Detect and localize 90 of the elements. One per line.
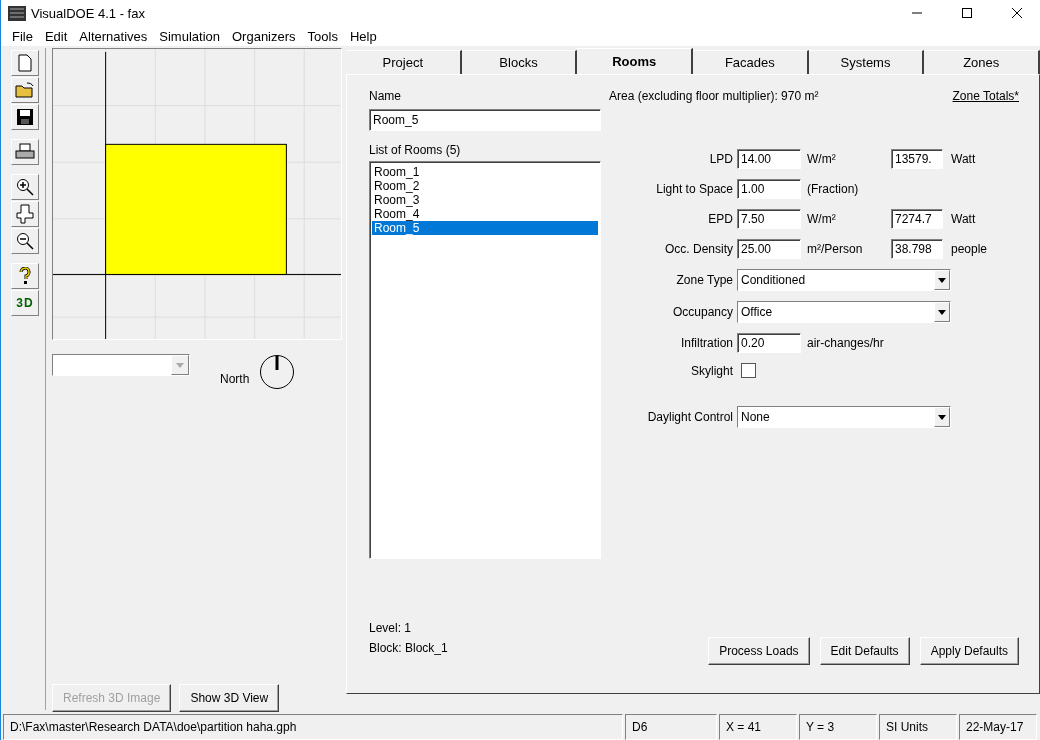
status-segment: SI Units xyxy=(879,714,957,740)
view-3d-button[interactable]: 3D xyxy=(11,290,39,316)
unit-label: W/m² xyxy=(807,212,837,226)
total-field[interactable]: 7274.7 xyxy=(891,209,943,229)
toolbar-button[interactable] xyxy=(11,139,39,165)
field-label: EPD xyxy=(707,212,733,226)
list-item[interactable]: Room_2 xyxy=(372,179,598,193)
north-label: North xyxy=(220,372,250,386)
tab[interactable]: Project xyxy=(346,50,462,74)
button[interactable]: Show 3D View xyxy=(179,684,280,712)
maximize-icon xyxy=(962,8,972,18)
list-item[interactable]: Room_5 xyxy=(372,221,598,235)
button[interactable]: Apply Defaults xyxy=(919,637,1019,665)
new-file-icon xyxy=(18,54,32,72)
dropdown[interactable]: Conditioned xyxy=(737,269,951,291)
field-label: LPD xyxy=(708,152,733,166)
menu-item[interactable]: File xyxy=(7,28,38,44)
field-label: Occupancy xyxy=(671,305,733,319)
zone-totals-link[interactable]: Zone Totals* xyxy=(952,89,1019,109)
field-label: Skylight xyxy=(689,363,733,378)
toolbar-button[interactable] xyxy=(11,263,39,289)
dropdown-arrow-icon xyxy=(938,277,946,283)
field-label: Zone Type xyxy=(675,273,733,287)
printer-icon xyxy=(15,143,35,161)
total-field[interactable]: 38.798 xyxy=(891,239,943,259)
menu-item[interactable]: Organizers xyxy=(227,28,301,44)
dropdown[interactable]: None xyxy=(737,406,951,428)
menu-item[interactable]: Tools xyxy=(302,28,343,44)
number-field[interactable]: 25.00 xyxy=(737,239,801,259)
dropdown-arrow-icon xyxy=(176,362,184,368)
open-folder-icon xyxy=(15,81,35,99)
status-segment: X = 41 xyxy=(719,714,797,740)
status-segment: Y = 3 xyxy=(799,714,877,740)
status-segment: D:\Fax\master\Research DATA\doe\partition haha.gph xyxy=(3,714,623,740)
unit-label: (Fraction) xyxy=(807,182,860,196)
unit-label: W/m² xyxy=(807,152,837,166)
zoom-out-icon xyxy=(16,232,34,250)
dropdown[interactable]: Office xyxy=(737,301,951,323)
number-field[interactable]: 1.00 xyxy=(737,179,801,199)
field-label: Light to Space xyxy=(655,182,733,196)
list-item[interactable]: Room_1 xyxy=(372,165,598,179)
field-label: Infiltration xyxy=(679,336,733,350)
number-field[interactable]: 14.00 xyxy=(737,149,801,169)
building-icon xyxy=(7,4,27,22)
close-icon xyxy=(1012,8,1022,18)
menu-item[interactable]: Alternatives xyxy=(74,28,153,44)
dropdown[interactable] xyxy=(52,354,190,376)
unit-label: people xyxy=(951,242,989,256)
list-item[interactable]: Room_3 xyxy=(372,193,598,207)
dropdown-arrow-icon xyxy=(938,414,946,420)
compass-icon xyxy=(259,354,296,390)
dropdown-arrow-icon xyxy=(938,309,946,315)
zoom-in-icon xyxy=(16,178,34,196)
level-text: Level: 1 xyxy=(369,621,413,635)
tab[interactable]: Blocks xyxy=(461,50,578,74)
number-field[interactable]: 0.20 xyxy=(737,333,801,353)
total-field[interactable]: 13579. xyxy=(891,149,943,169)
name-label: Name xyxy=(369,89,402,103)
list-label: List of Rooms (5) xyxy=(369,143,462,157)
menu-item[interactable]: Simulation xyxy=(154,28,225,44)
tab[interactable]: Rooms xyxy=(577,48,693,74)
toolbar-button[interactable] xyxy=(11,174,39,200)
window-title: VisualDOE 4.1 - fax xyxy=(31,5,146,21)
list-item[interactable]: Room_4 xyxy=(372,207,598,221)
unit-label: Watt xyxy=(951,212,977,226)
field-label: Daylight Control xyxy=(646,410,733,424)
number-field[interactable]: 7.50 xyxy=(737,209,801,229)
menu-item[interactable]: Help xyxy=(344,28,382,44)
status-segment: 22-May-17 xyxy=(959,714,1037,740)
menu-item[interactable]: Edit xyxy=(39,28,73,44)
name-field[interactable]: Room_5 xyxy=(369,109,601,131)
field-label: Occ. Density xyxy=(664,242,733,256)
toolbar-button[interactable] xyxy=(11,104,39,130)
checkbox[interactable] xyxy=(741,363,756,378)
area-text: Area (excluding floor multiplier): 970 m² xyxy=(609,89,819,105)
tab[interactable]: Systems xyxy=(808,50,925,74)
status-segment: D6 xyxy=(625,714,717,740)
unit-label: m²/Person xyxy=(807,242,864,256)
save-icon xyxy=(16,108,34,126)
toolbar-button[interactable] xyxy=(11,77,39,103)
tab[interactable]: Zones xyxy=(924,50,1040,74)
button[interactable]: Process Loads xyxy=(708,637,810,665)
button[interactable]: Edit Defaults xyxy=(819,637,910,665)
unit-label: Watt xyxy=(951,152,977,166)
unit-label: air-changes/hr xyxy=(807,336,885,350)
help-icon xyxy=(18,267,32,285)
toolbar-button[interactable] xyxy=(11,228,39,254)
tab[interactable]: Facades xyxy=(693,50,809,74)
fit-shape-icon xyxy=(16,204,34,224)
block-text: Block: Block_1 xyxy=(369,641,449,655)
